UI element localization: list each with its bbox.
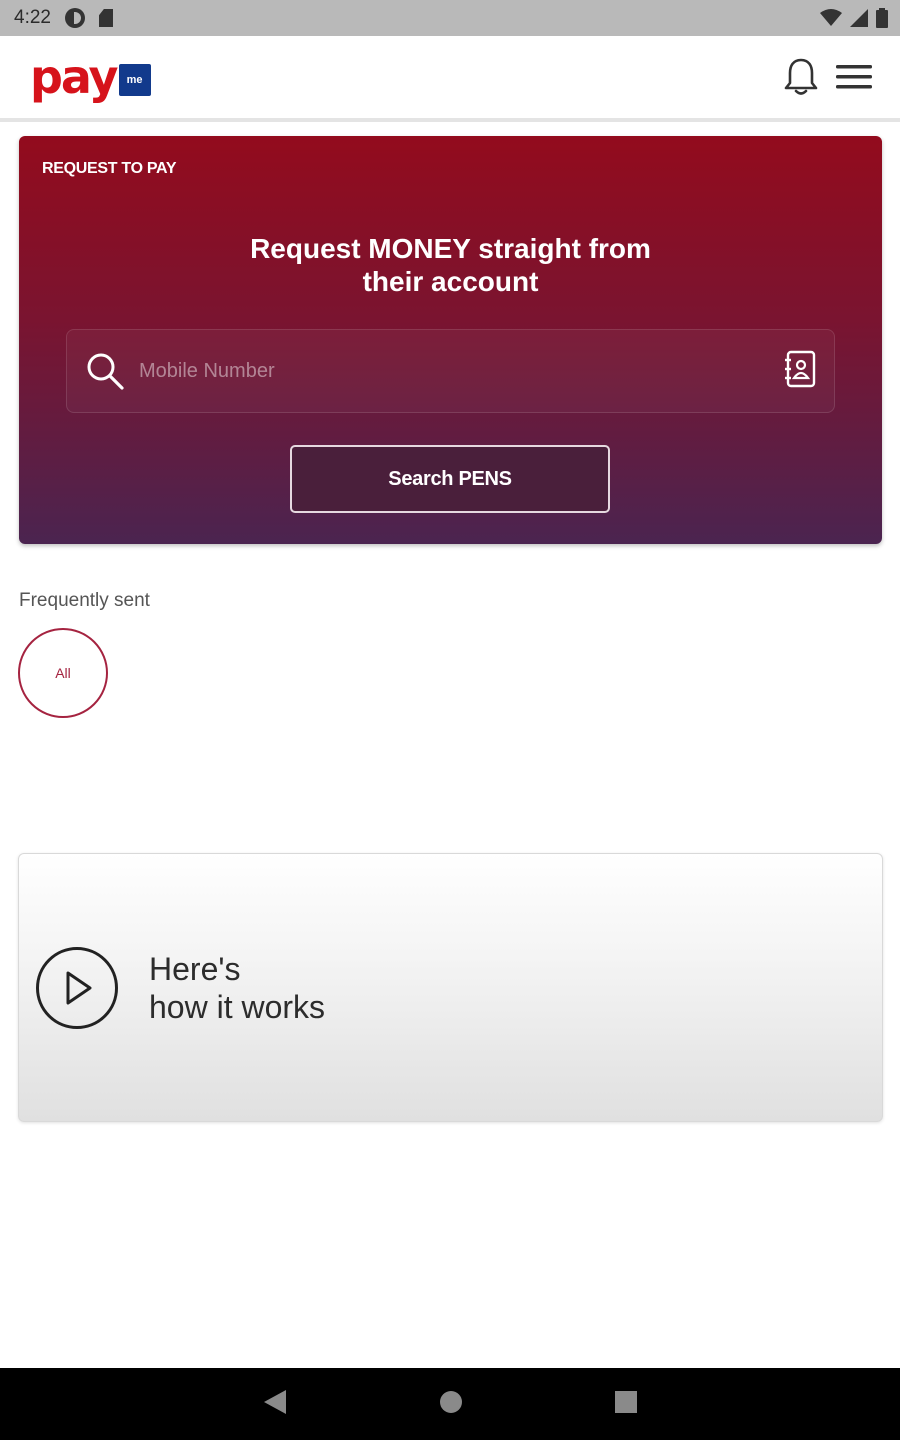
play-icon (66, 971, 92, 1005)
recents-icon (615, 1390, 637, 1413)
signal-icon (850, 9, 868, 27)
search-icon (87, 353, 124, 390)
logo-badge: me (118, 64, 151, 96)
bell-icon (784, 58, 818, 95)
home-icon (440, 1390, 462, 1413)
system-nav-bar (0, 1368, 900, 1440)
logo-text: pay (30, 50, 119, 104)
notifications-button[interactable] (784, 57, 818, 97)
contacts-button[interactable] (784, 350, 816, 393)
payme-logo[interactable]: pay me (30, 54, 151, 100)
all-contacts-chip[interactable]: All (18, 628, 108, 718)
mobile-search-box (66, 329, 835, 413)
mobile-number-input[interactable] (139, 359, 784, 383)
request-to-pay-card: REQUEST TO PAY Request MONEY straight fr… (19, 136, 882, 544)
status-time: 4:22 (14, 7, 51, 28)
status-left: 4:22 (14, 7, 113, 29)
back-button[interactable] (262, 1388, 288, 1421)
how-it-works-card[interactable]: Here's how it works (18, 853, 883, 1122)
back-icon (264, 1389, 286, 1414)
data-saver-icon (64, 8, 85, 28)
wifi-icon (820, 9, 842, 26)
home-button[interactable] (438, 1389, 464, 1420)
contacts-book-icon (785, 350, 816, 387)
card-kicker: REQUEST TO PAY (42, 160, 177, 177)
card-title: Request MONEY straight from their accoun… (19, 232, 882, 298)
how-it-works-line1: Here's (149, 951, 241, 987)
card-title-line1: Request MONEY straight from (250, 233, 651, 264)
how-it-works-line2: how it works (149, 989, 326, 1025)
status-right (820, 8, 888, 28)
battery-icon (876, 8, 888, 28)
search-pens-button[interactable]: Search PENS (290, 445, 610, 513)
menu-button[interactable] (836, 63, 872, 91)
frequently-sent-label: Frequently sent (19, 590, 150, 611)
recents-button[interactable] (614, 1390, 638, 1419)
how-it-works-text: Here's how it works (149, 950, 325, 1026)
header-actions (784, 57, 872, 97)
menu-icon (836, 65, 872, 89)
card-title-line2: their account (362, 266, 539, 297)
app-header: pay me (0, 36, 900, 122)
sd-card-icon (98, 9, 113, 27)
play-button[interactable] (36, 947, 118, 1029)
status-bar: 4:22 (0, 0, 900, 36)
